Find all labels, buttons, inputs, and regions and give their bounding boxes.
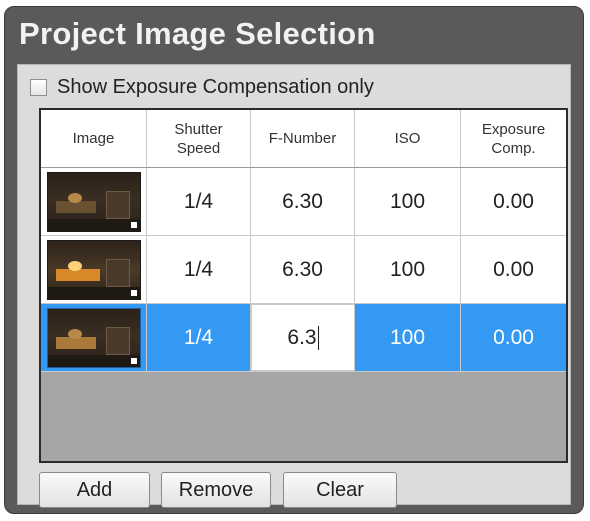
- exposure-comp-cell[interactable]: 0.00: [461, 236, 566, 303]
- room-thumbnail: [46, 307, 141, 368]
- add-button[interactable]: Add: [39, 472, 150, 508]
- f-number-cell[interactable]: 6.30: [251, 236, 355, 303]
- grid-header: Image Shutter Speed F-Number ISO Exposur…: [41, 110, 566, 168]
- f-number-cell[interactable]: 6.30: [251, 168, 355, 235]
- iso-cell[interactable]: 100: [355, 304, 461, 371]
- clear-button[interactable]: Clear: [283, 472, 397, 508]
- iso-cell[interactable]: 100: [355, 168, 461, 235]
- lit-room-thumbnail: [46, 239, 141, 300]
- iso-cell[interactable]: 100: [355, 236, 461, 303]
- image-cell[interactable]: [41, 168, 147, 235]
- text-caret: [317, 325, 319, 350]
- table-row[interactable]: 1/4 6.30 100 0.00: [41, 168, 566, 236]
- column-header-f-number[interactable]: F-Number: [251, 110, 355, 167]
- table-row[interactable]: 1/4 6.30 100 0.00: [41, 236, 566, 304]
- dark-room-thumbnail: [46, 171, 141, 232]
- shutter-speed-cell[interactable]: 1/4: [147, 168, 251, 235]
- image-cell[interactable]: [41, 236, 147, 303]
- column-header-exposure-comp[interactable]: Exposure Comp.: [461, 110, 566, 167]
- exposure-only-label[interactable]: Show Exposure Compensation only: [57, 76, 374, 99]
- shutter-speed-cell[interactable]: 1/4: [147, 236, 251, 303]
- f-number-edit-input[interactable]: 6.3: [287, 325, 319, 350]
- column-header-shutter-speed[interactable]: Shutter Speed: [147, 110, 251, 167]
- column-header-image[interactable]: Image: [41, 110, 147, 167]
- exposure-only-checkbox[interactable]: [30, 78, 47, 96]
- column-header-iso[interactable]: ISO: [355, 110, 461, 167]
- image-cell[interactable]: [41, 304, 147, 371]
- exposure-comp-cell[interactable]: 0.00: [461, 168, 566, 235]
- f-number-edit-value: 6.3: [287, 325, 317, 349]
- remove-button[interactable]: Remove: [161, 472, 271, 508]
- exposure-comp-cell[interactable]: 0.00: [461, 304, 566, 371]
- exposure-filter-row: Show Exposure Compensation only: [30, 75, 374, 99]
- panel-title: Project Image Selection: [19, 16, 376, 51]
- image-grid: Image Shutter Speed F-Number ISO Exposur…: [39, 108, 568, 463]
- table-row-selected[interactable]: 1/4 6.3 100 0.00: [41, 304, 566, 372]
- shutter-speed-cell[interactable]: 1/4: [147, 304, 251, 371]
- f-number-edit-cell[interactable]: 6.3: [251, 304, 355, 371]
- project-image-selection-panel: Project Image Selection Show Exposure Co…: [4, 6, 584, 514]
